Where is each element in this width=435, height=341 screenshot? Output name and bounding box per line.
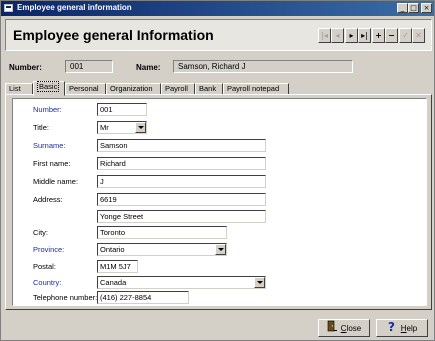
first-record-icon[interactable]: |◂ <box>318 28 331 43</box>
employee-info-window: Employee general information _ □ × Emplo… <box>0 0 435 341</box>
number-label: Number: <box>33 105 62 114</box>
cancel-record-icon[interactable]: ✕ <box>412 28 425 43</box>
question-help-icon: ? <box>387 320 397 338</box>
title-select[interactable]: Mr <box>97 121 147 134</box>
page-title: Employee general Information <box>13 27 214 43</box>
window-title: Employee general information <box>17 3 132 12</box>
first-name-label: First name: <box>33 159 71 168</box>
middle-name-input[interactable]: J <box>97 175 266 188</box>
surname-input[interactable]: Samson <box>97 139 266 152</box>
tab-basic-label: Basic <box>37 81 60 92</box>
close-icon[interactable]: × <box>421 3 432 13</box>
postal-label: Postal: <box>33 262 56 271</box>
first-name-input[interactable]: Richard <box>97 157 266 170</box>
address-label: Address: <box>33 195 63 204</box>
form-header: Employee general Information |◂ ◂ ▸ ▸| +… <box>5 19 432 51</box>
address-line2-input[interactable]: Yonge Street <box>97 210 266 223</box>
save-record-icon[interactable]: ✓ <box>399 28 412 43</box>
chevron-down-icon[interactable] <box>215 244 226 255</box>
chevron-down-icon[interactable] <box>135 122 146 133</box>
maximize-icon[interactable]: □ <box>408 3 419 13</box>
id-name-label: Name: <box>136 63 161 72</box>
basic-tab-panel: Number: 001 Title: Mr Surname: Samson Fi… <box>5 94 432 310</box>
chevron-down-icon[interactable] <box>254 277 265 288</box>
help-button[interactable]: ? Help <box>376 319 428 337</box>
next-record-icon[interactable]: ▸ <box>345 28 358 43</box>
country-select[interactable]: Canada <box>97 276 266 289</box>
record-id-bar: Number: 001 Name: Samson, Richard J <box>5 56 432 80</box>
telephone-label: Telephone number: <box>33 293 98 302</box>
delete-record-icon[interactable]: − <box>385 28 398 43</box>
province-select[interactable]: Ontario <box>97 243 227 256</box>
tab-strip: List Basic Personal Organization Payroll… <box>5 81 432 96</box>
close-button[interactable]: Close <box>318 319 370 337</box>
address-line1-input[interactable]: 6619 <box>97 193 266 206</box>
postal-input[interactable]: M1M 5J7 <box>97 260 138 273</box>
telephone-input[interactable]: (416) 227-8854 <box>97 291 189 304</box>
help-button-label: elp <box>406 324 418 334</box>
number-input[interactable]: 001 <box>97 103 147 116</box>
tab-basic[interactable]: Basic <box>33 81 65 96</box>
last-record-icon[interactable]: ▸| <box>358 28 371 43</box>
previous-record-icon[interactable]: ◂ <box>331 28 344 43</box>
add-record-icon[interactable]: + <box>372 28 385 43</box>
middle-name-label: Middle name: <box>33 177 79 186</box>
app-window-icon <box>4 4 13 12</box>
minimize-icon[interactable]: _ <box>397 3 408 13</box>
form-area: Number: 001 Title: Mr Surname: Samson Fi… <box>12 98 427 306</box>
svg-text:?: ? <box>388 320 395 332</box>
province-value: Ontario <box>100 245 125 254</box>
id-number-field: 001 <box>65 60 113 73</box>
surname-label: Surname: <box>33 141 66 150</box>
id-number-label: Number: <box>9 63 42 72</box>
country-label: Country: <box>33 278 62 287</box>
title-bar[interactable]: Employee general information _ □ × <box>1 1 434 16</box>
city-input[interactable]: Toronto <box>97 226 227 239</box>
province-label: Province: <box>33 245 65 254</box>
door-exit-icon <box>327 320 337 338</box>
id-name-field: Samson, Richard J <box>173 60 353 73</box>
title-label: Title: <box>33 123 49 132</box>
title-value: Mr <box>100 123 109 132</box>
city-label: City: <box>33 228 48 237</box>
close-button-label: lose <box>346 324 362 334</box>
country-value: Canada <box>100 278 127 287</box>
